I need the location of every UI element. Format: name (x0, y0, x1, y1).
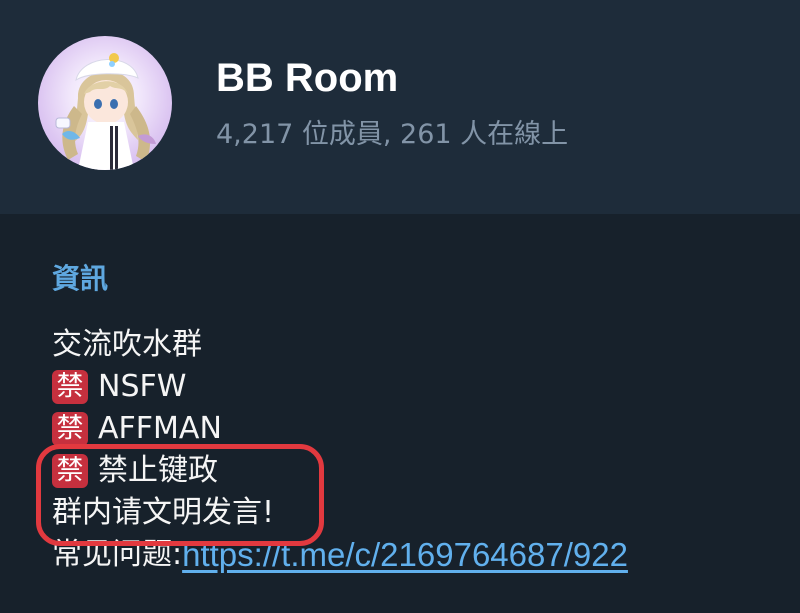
rule-text: NSFW (98, 369, 187, 404)
group-description: 交流吹水群 禁 NSFW 禁 AFFMAN 禁 禁止键政 群内请文明发言! 常见… (52, 324, 792, 576)
group-header: BB Room 4,217 位成員, 261 人在線上 (0, 0, 800, 214)
prohibited-emoji-icon: 禁 (52, 454, 88, 488)
rule-text: 禁止键政 (98, 453, 218, 488)
description-line: 常见问题: https://t.me/c/2169764687/922 (52, 534, 792, 576)
intro-text: 交流吹水群 (52, 327, 202, 362)
rule-text: AFFMAN (98, 411, 222, 446)
faq-link[interactable]: https://t.me/c/2169764687/922 (182, 534, 628, 576)
civility-text: 群内请文明发言! (52, 495, 275, 530)
prohibited-emoji-icon: 禁 (52, 412, 88, 446)
member-count: 4,217 位成員, 261 人在線上 (216, 119, 569, 150)
info-section-title: 資訊 (52, 262, 109, 295)
description-line: 群内请文明发言! (52, 492, 792, 534)
group-info-screen: BB Room 4,217 位成員, 261 人在線上 資訊 交流吹水群 禁 N… (0, 0, 800, 613)
description-line: 禁 禁止键政 (52, 450, 792, 492)
description-line: 禁 AFFMAN (52, 408, 792, 450)
faq-label: 常见问题: (52, 537, 183, 572)
group-name: BB Room (216, 56, 399, 100)
description-line: 交流吹水群 (52, 324, 792, 366)
prohibited-emoji-icon: 禁 (52, 370, 88, 404)
description-line: 禁 NSFW (52, 366, 792, 408)
group-avatar[interactable] (38, 36, 172, 170)
anime-girl-avatar-icon (55, 53, 156, 170)
